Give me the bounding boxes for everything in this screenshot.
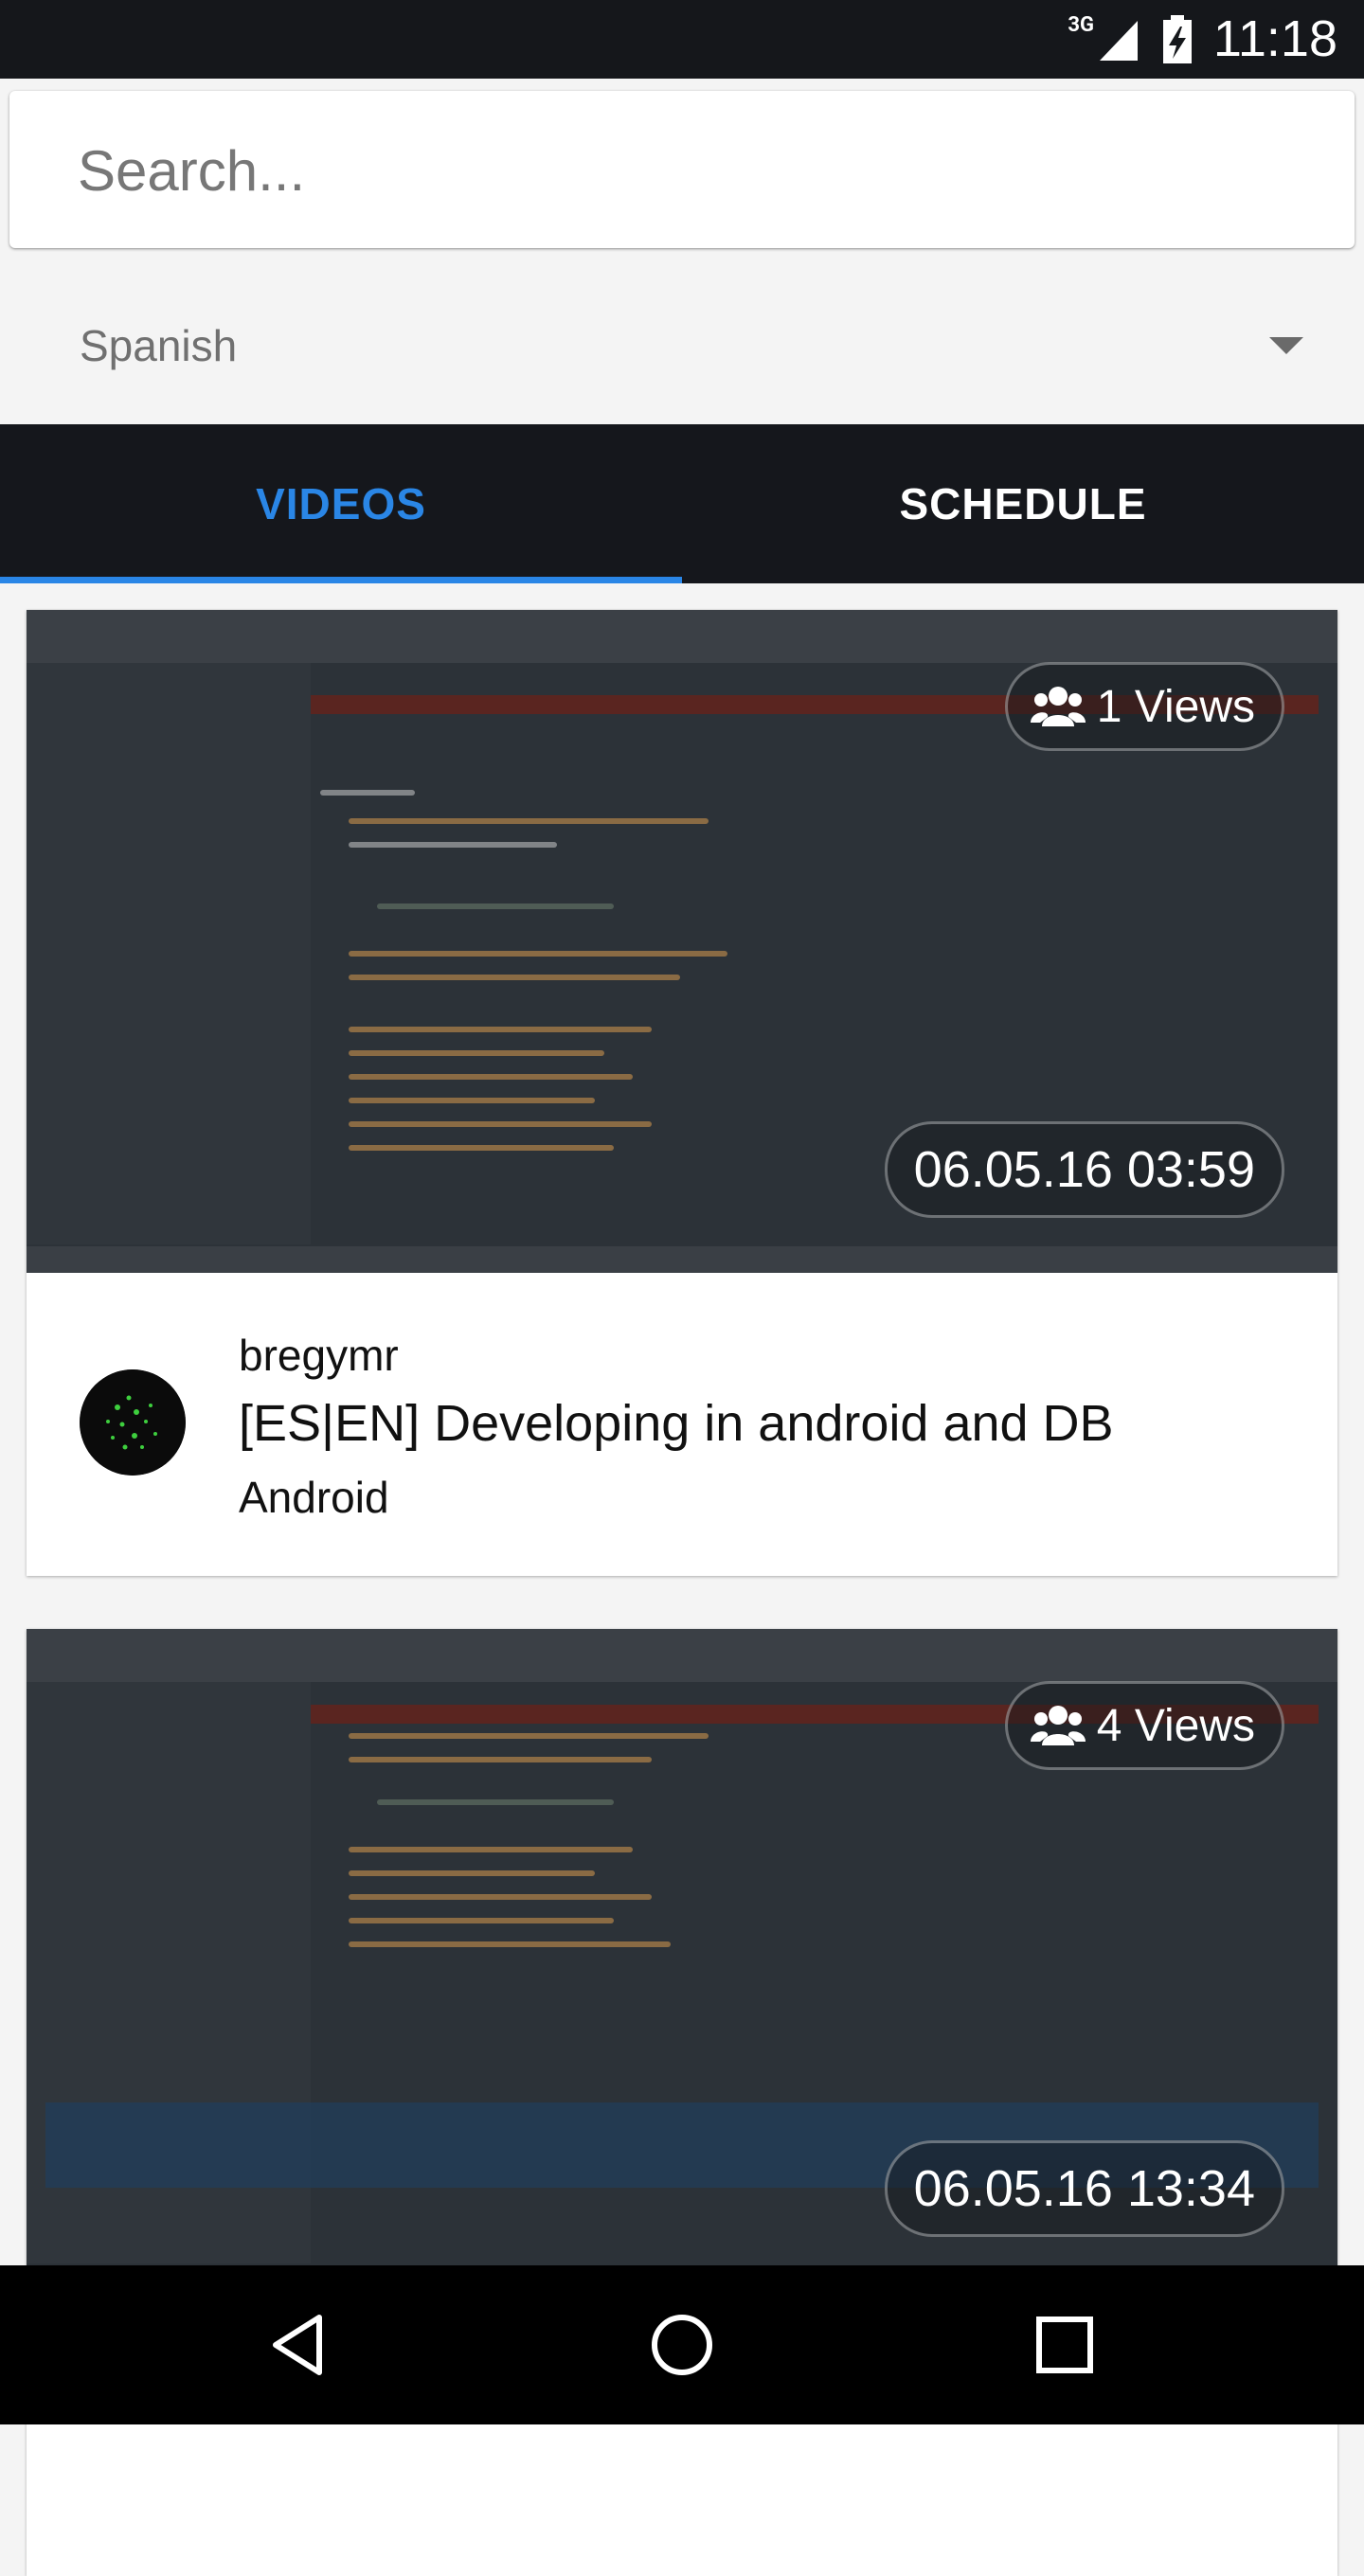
video-title: [ES|EN] Developing in android and DB xyxy=(239,1395,1114,1452)
code-line xyxy=(349,951,727,957)
code-line xyxy=(349,842,557,848)
thumbnail-status-bar xyxy=(27,1246,1337,1273)
users-icon xyxy=(1030,687,1086,726)
recents-icon[interactable] xyxy=(1025,2305,1104,2385)
code-line xyxy=(349,1733,709,1739)
date-badge: 06.05.16 13:34 xyxy=(884,2140,1284,2237)
tab-indicator xyxy=(0,577,682,583)
code-line xyxy=(349,1757,652,1762)
video-author: bregymr xyxy=(239,1331,399,1380)
code-line xyxy=(349,1050,604,1056)
code-line xyxy=(349,1847,633,1852)
back-icon[interactable] xyxy=(260,2305,339,2385)
users-icon xyxy=(1030,1706,1086,1745)
views-badge: 4 Views xyxy=(1004,1681,1284,1770)
video-date: 06.05.16 03:59 xyxy=(913,1141,1255,1198)
code-line xyxy=(349,1098,595,1103)
tab-bar: VIDEOS SCHEDULE xyxy=(0,424,1364,583)
avatar[interactable] xyxy=(80,1369,186,1476)
thumbnail-toolbar xyxy=(27,1629,1337,1682)
language-dropdown[interactable]: Spanish xyxy=(0,267,1364,423)
search-input[interactable] xyxy=(76,119,1311,222)
tab-schedule[interactable]: SCHEDULE xyxy=(682,424,1364,583)
date-badge: 06.05.16 03:59 xyxy=(884,1121,1284,1218)
language-selected: Spanish xyxy=(80,321,238,370)
clock: 11:18 xyxy=(1212,10,1337,67)
code-line xyxy=(349,1894,652,1900)
code-line xyxy=(377,903,614,909)
code-line xyxy=(349,1145,614,1151)
thumbnail-toolbar xyxy=(27,610,1337,663)
code-line xyxy=(349,1870,595,1876)
code-line xyxy=(349,1074,633,1080)
code-line xyxy=(377,1799,614,1805)
views-count: 1 Views xyxy=(1096,681,1255,732)
code-line xyxy=(349,1918,614,1923)
code-line xyxy=(349,818,709,824)
network-type: 3G xyxy=(1068,13,1094,37)
home-icon[interactable] xyxy=(642,2305,722,2385)
video-date: 06.05.16 13:34 xyxy=(913,2160,1255,2217)
video-thumbnail[interactable]: 4 Views 06.05.16 13:34 xyxy=(27,1629,1337,2292)
code-line xyxy=(320,790,415,796)
video-thumbnail[interactable]: 1 Views 06.05.16 03:59 xyxy=(27,610,1337,1273)
search-box xyxy=(9,91,1355,248)
video-card[interactable]: 1 Views 06.05.16 03:59 bregymr [ES|EN] D… xyxy=(27,610,1337,1576)
video-category: Android xyxy=(239,1473,389,1522)
dropdown-arrow-icon xyxy=(1269,337,1303,354)
code-line xyxy=(349,975,680,980)
video-info[interactable]: bregymr [ES|EN] Developing in android an… xyxy=(27,1273,1337,1576)
code-line xyxy=(349,1941,671,1947)
video-card[interactable]: 4 Views 06.05.16 13:34 xyxy=(27,1629,1337,2576)
views-badge: 1 Views xyxy=(1004,662,1284,751)
tab-videos[interactable]: VIDEOS xyxy=(0,424,682,583)
battery-icon xyxy=(1161,15,1194,68)
code-line xyxy=(349,1121,652,1127)
signal-icon xyxy=(1096,17,1141,66)
status-bar: 3G 11:18 xyxy=(0,0,1364,79)
views-count: 4 Views xyxy=(1096,1700,1255,1751)
navigation-bar xyxy=(0,2265,1364,2424)
thumbnail-sidebar xyxy=(27,663,311,1244)
code-line xyxy=(349,1027,652,1032)
